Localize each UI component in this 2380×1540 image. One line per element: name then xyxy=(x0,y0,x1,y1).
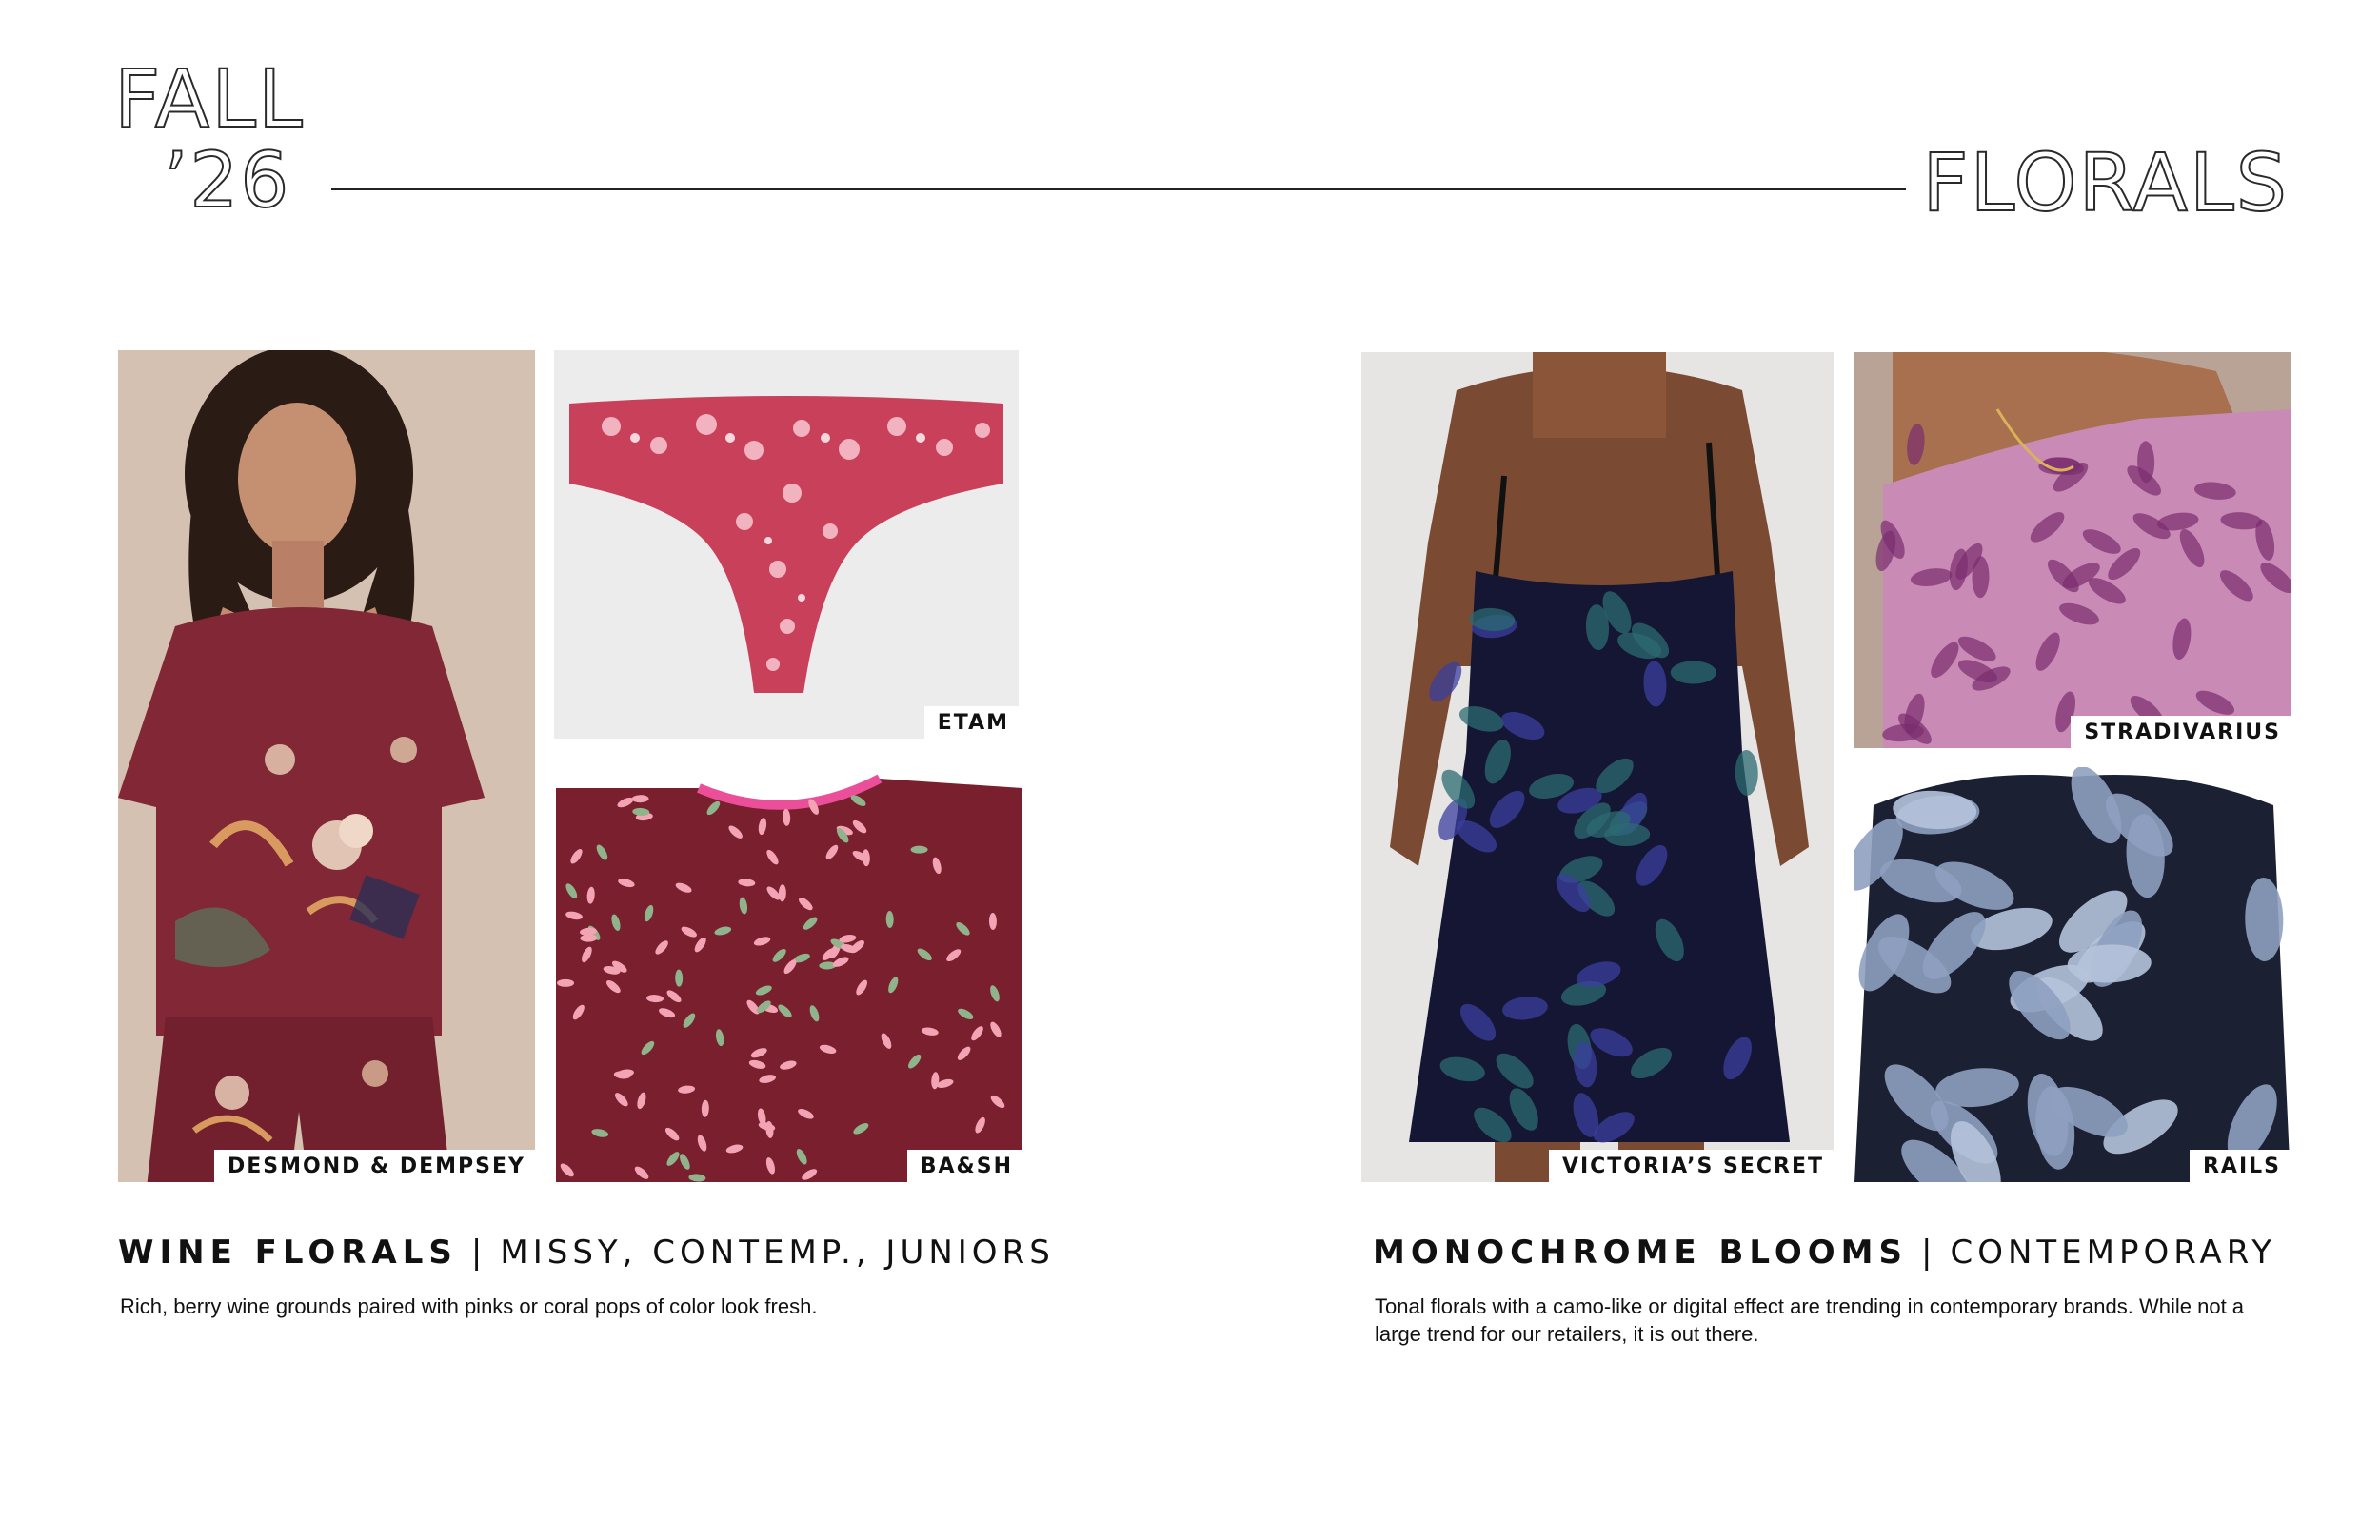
trend-title-wine-florals: WINE FLORALS | MISSY, CONTEMP., JUNIORS xyxy=(118,1234,1055,1272)
page-title: FLORALS xyxy=(1921,136,2289,229)
lace-thong-illustration xyxy=(554,350,1019,739)
ditsy-floral-illustration xyxy=(556,769,1022,1182)
photo-desmond-dempsey: DESMOND & DEMPSEY xyxy=(118,350,535,1182)
trend-name: MONOCHROME BLOOMS xyxy=(1373,1234,1908,1272)
photo-bash: BA&SH xyxy=(556,769,1022,1182)
season-year: ’26 xyxy=(163,136,291,225)
photo-stradivarius: STRADIVARIUS xyxy=(1854,352,2291,748)
photo-victorias-secret: VICTORIA’S SECRET xyxy=(1361,352,1834,1182)
trend-description: Rich, berry wine grounds paired with pin… xyxy=(120,1294,818,1318)
brand-label: ETAM xyxy=(923,706,1019,739)
title-separator: | xyxy=(470,1234,487,1272)
trend-name: WINE FLORALS xyxy=(118,1234,458,1272)
title-separator: | xyxy=(1920,1234,1937,1272)
tie-dye-top-illustration xyxy=(1854,352,2291,748)
season-label: FALL xyxy=(113,52,305,146)
trend-title-monochrome-blooms: MONOCHROME BLOOMS | CONTEMPORARY xyxy=(1373,1234,2276,1272)
trend-markets: CONTEMPORARY xyxy=(1950,1234,2276,1272)
trend-markets: MISSY, CONTEMP., JUNIORS xyxy=(500,1234,1055,1272)
brand-label: DESMOND & DEMPSEY xyxy=(213,1150,535,1182)
photo-etam: ETAM xyxy=(554,350,1019,739)
brand-label: STRADIVARIUS xyxy=(2071,716,2291,748)
velvet-slip-dress-illustration xyxy=(1361,352,1834,1182)
brand-label: VICTORIA’S SECRET xyxy=(1548,1150,1834,1182)
header-divider xyxy=(331,188,1906,190)
photo-rails: RAILS xyxy=(1854,767,2291,1182)
brand-label: BA&SH xyxy=(906,1150,1022,1182)
brand-label: RAILS xyxy=(2189,1150,2291,1182)
tonal-floral-top-illustration xyxy=(1854,767,2291,1182)
model-pajama-illustration xyxy=(118,350,535,1182)
trend-description: Tonal florals with a camo-like or digita… xyxy=(1375,1294,2245,1346)
